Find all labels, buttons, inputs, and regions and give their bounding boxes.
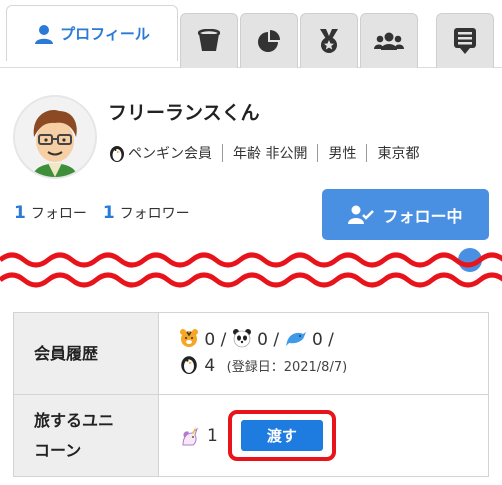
following-label[interactable]: フォロー [31,203,87,223]
history-header: 会員履歴 [13,312,159,395]
following-button[interactable]: フォロー中 [322,189,489,240]
user-icon [35,24,54,44]
tab-bucket[interactable] [180,13,238,68]
wavy-divider [0,248,502,288]
age-label: 年齢 非公開 [233,146,308,162]
history-value: 0 / 0 / 0 / 4 (登録日：2021/8/7) [158,312,489,395]
profile-name: フリーランスくん [108,102,260,124]
users-icon [374,32,404,50]
pie-chart-icon [258,30,280,52]
table-row: 会員履歴 0 / 0 / 0 / 4 (登録日：2021/8/7) [13,312,489,395]
unicorn-header-line2: コーン [34,440,82,460]
medal-icon [320,29,338,53]
highlight-box: 渡す [227,410,336,461]
tiger-icon [180,328,198,347]
unicorn-header-line1: 旅するユニ [34,410,115,430]
registration-date: (登録日：2021/8/7) [226,359,348,375]
gender-label: 男性 [328,146,357,162]
penguin-icon [181,355,197,374]
followers-count[interactable]: 1 [103,203,115,223]
tab-list[interactable] [436,13,494,68]
user-check-icon [348,205,375,224]
following-button-label: フォロー中 [382,206,463,226]
divider [366,144,368,162]
tab-profile[interactable]: プロフィール [6,5,178,61]
unicorn-count: 1 [207,425,218,446]
dolphin-icon [285,331,306,346]
tab-users[interactable] [360,13,418,68]
profile-meta: ペンギン会員 年齢 非公開 男性 東京都 [108,143,419,163]
dolphin-count: 0 / [311,329,334,350]
panda-icon [232,328,251,347]
following-count[interactable]: 1 [14,203,26,223]
pass-button[interactable]: 渡す [240,420,323,451]
unicorn-value: 1 渡す [158,394,489,477]
avatar[interactable] [13,95,97,179]
avatar-image [15,97,95,177]
membership-label: ペンギン会員 [128,146,212,162]
profile-table: 会員履歴 0 / 0 / 0 / 4 (登録日：2021/8/7) 旅するユニ … [13,312,489,477]
table-row: 旅するユニ コーン 1 渡す [13,394,489,477]
divider [317,144,319,162]
bucket-icon [198,29,220,51]
tab-profile-label: プロフィール [60,25,150,43]
follow-stats: 1 フォロー 1 フォロワー [14,203,190,223]
followers-label[interactable]: フォロワー [120,203,190,223]
tab-medal[interactable] [300,13,358,68]
location-label: 東京都 [377,146,420,162]
divider [222,144,223,162]
tiger-count: 0 / [204,329,232,350]
tab-chart[interactable] [240,13,298,68]
penguin-icon [110,146,124,162]
tab-bar: プロフィール [0,0,502,68]
list-icon [454,28,476,54]
unicorn-header: 旅するユニ コーン [13,394,159,477]
unicorn-icon [182,425,199,445]
panda-count: 0 / [257,329,285,350]
penguin-count: 4 [204,355,216,376]
